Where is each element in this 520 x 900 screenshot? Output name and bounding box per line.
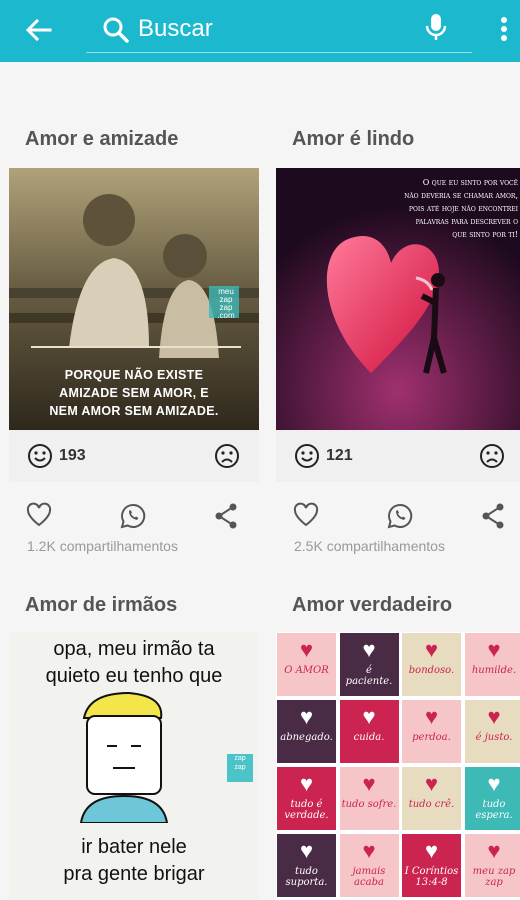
actions-bar: 2.5K compartilhamentos <box>276 482 520 568</box>
heart-icon: ♥ <box>362 704 376 729</box>
search-input[interactable] <box>138 12 418 46</box>
heart-icon: ♥ <box>362 838 376 863</box>
tile: ♥ tudo é verdade. <box>276 766 337 831</box>
meme-bottom-text: ir bater nele pra gente brigar <box>63 836 205 885</box>
actions-bar: 1.2K compartilhamentos <box>9 482 259 568</box>
tile-label: tudo crê. <box>408 799 455 810</box>
tile-label: é paciente. <box>345 665 393 687</box>
tile-label: humilde. <box>471 665 517 676</box>
post-image[interactable]: PORQUE NÃO EXISTE AMIZADE SEM AMOR, E NE… <box>9 168 259 430</box>
heart-icon: ♥ <box>487 637 501 662</box>
tile: ♥ é paciente. <box>338 632 400 697</box>
heart-icon: ♥ <box>424 704 439 729</box>
tile-label: bondoso. <box>408 665 455 676</box>
tile: ♥ jamais acaba <box>338 833 400 898</box>
sad-face-icon[interactable] <box>214 443 240 469</box>
tile: ♥ tudo crê. <box>401 766 462 831</box>
whatsapp-icon[interactable] <box>119 502 147 530</box>
heart-icon: ♥ <box>299 704 314 729</box>
tile-label: I Coríntios 13:4-8 <box>404 866 459 888</box>
search-icon[interactable] <box>102 16 130 44</box>
share-icon[interactable] <box>480 502 506 530</box>
heart-icon[interactable] <box>25 502 53 528</box>
tile-label: abnegado. <box>280 732 333 743</box>
heart-icon: ♥ <box>424 838 439 863</box>
post-title: Amor e amizade <box>25 128 179 150</box>
back-arrow-icon[interactable] <box>22 14 54 46</box>
heart-icon: ♥ <box>424 771 439 796</box>
tile: ♥ I Coríntios 13:4-8 <box>401 833 462 898</box>
tile-label: O AMOR <box>284 665 329 676</box>
tile-label: é justo. <box>475 732 513 743</box>
heart-icon: ♥ <box>424 637 439 662</box>
reaction-bar: 193 <box>9 430 259 482</box>
tile: ♥ tudo sofre. <box>338 766 400 831</box>
post-image[interactable]: ♥ O AMOR ♥ é paciente. ♥ bondoso. ♥ humilde. ♥ ab… <box>276 632 520 900</box>
heart-icon: ♥ <box>362 771 376 796</box>
heart-icon: ♥ <box>487 771 501 796</box>
post-image[interactable]: O que eu sinto por você não deveria se c… <box>276 168 520 430</box>
quote-text: O que eu sinto por você não deveria se c… <box>404 178 518 239</box>
tile-label: tudo suporta. <box>285 866 328 888</box>
tile-label: jamais acaba <box>352 866 386 888</box>
reaction-count: 193 <box>59 447 86 464</box>
happy-face-icon[interactable] <box>294 443 320 469</box>
post-card[interactable]: Amor de irmãos opa, meu irmão ta quieto … <box>9 584 259 900</box>
post-card[interactable]: Amor é lindo O que eu sinto por você não… <box>276 118 520 568</box>
search-toolbar <box>0 0 520 62</box>
tile: ♥ bondoso. <box>401 632 462 697</box>
whatsapp-icon[interactable] <box>386 502 414 530</box>
tile: ♥ meu zap zap <box>463 833 520 898</box>
heart-icon: ♥ <box>487 704 501 729</box>
more-vert-icon[interactable] <box>494 14 514 44</box>
share-count: 1.2K compartilhamentos <box>27 538 178 554</box>
tile-label: tudo espera. <box>475 799 513 821</box>
search-bar[interactable] <box>86 8 472 53</box>
post-card[interactable]: Amor e amizade PORQUE NÃO EXISTE AMIZADE… <box>9 118 259 568</box>
quote-text: PORQUE NÃO EXISTE AMIZADE SEM AMOR, E NE… <box>49 368 219 418</box>
heart-icon: ♥ <box>299 838 314 863</box>
tile-label: tudo sofre. <box>341 799 397 810</box>
watermark: meu zap zap .com <box>217 287 235 320</box>
happy-face-icon[interactable] <box>27 443 53 469</box>
post-image[interactable]: opa, meu irmão ta quieto eu tenho que za… <box>9 632 259 900</box>
post-title: Amor de irmãos <box>25 594 178 616</box>
watermark: zap zap <box>227 754 253 782</box>
microphone-icon[interactable] <box>422 12 450 42</box>
post-title: Amor é lindo <box>292 128 415 150</box>
heart-icon: ♥ <box>299 771 314 796</box>
sad-face-icon[interactable] <box>479 443 505 469</box>
heart-icon: ♥ <box>487 838 501 863</box>
meme-top-text: opa, meu irmão ta quieto eu tenho que <box>45 638 223 687</box>
tile: ♥ cuida. <box>338 699 400 764</box>
tile: ♥ é justo. <box>463 699 520 764</box>
tile: ♥ perdoa. <box>401 699 462 764</box>
heart-icon: ♥ <box>362 637 376 662</box>
tile: ♥ tudo espera. <box>463 766 520 831</box>
meme-character <box>79 691 169 823</box>
reaction-bar: 121 <box>276 430 520 482</box>
tile: ♥ abnegado. <box>276 699 337 764</box>
heart-icon[interactable] <box>292 502 320 528</box>
post-title: Amor verdadeiro <box>292 594 453 616</box>
tile: ♥ humilde. <box>463 632 520 697</box>
tile: ♥ O AMOR <box>276 632 337 697</box>
share-icon[interactable] <box>213 502 239 530</box>
share-count: 2.5K compartilhamentos <box>294 538 445 554</box>
heart-icon: ♥ <box>299 637 314 662</box>
post-card[interactable]: Amor verdadeiro ♥ O AMOR ♥ é paciente. ♥ bond… <box>276 584 520 900</box>
tile-label: cuida. <box>353 732 385 743</box>
reaction-count: 121 <box>326 447 353 464</box>
tile: ♥ tudo suporta. <box>276 833 337 898</box>
tile-label: meu zap zap <box>472 866 516 888</box>
tile-label: tudo é verdade. <box>284 799 329 821</box>
tile-label: perdoa. <box>412 732 451 743</box>
tile-grid: ♥ O AMOR ♥ é paciente. ♥ bondoso. ♥ humilde. ♥ ab… <box>276 632 520 900</box>
